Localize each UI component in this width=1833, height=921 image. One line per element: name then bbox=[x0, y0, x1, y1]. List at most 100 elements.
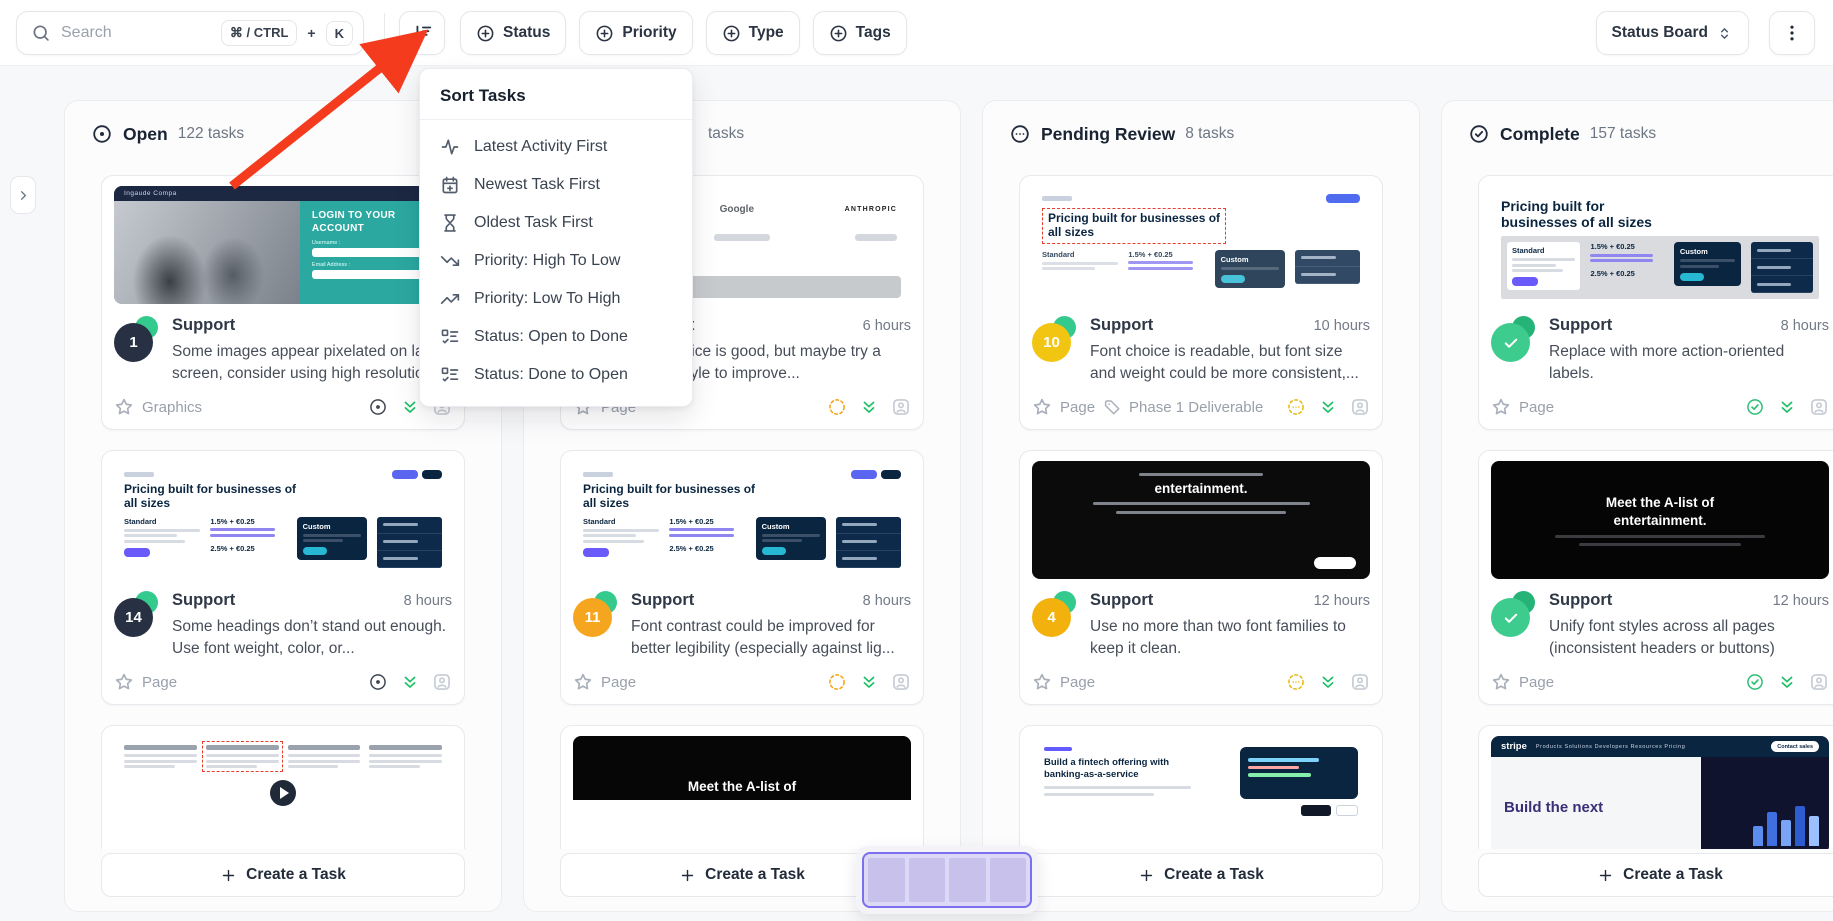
create-task-button[interactable]: Create a Task bbox=[1019, 853, 1383, 897]
view-select[interactable]: Status Board bbox=[1596, 11, 1749, 55]
priority-chevrons-icon[interactable] bbox=[1777, 397, 1797, 417]
filter-type-button[interactable]: Type bbox=[706, 11, 800, 55]
task-card[interactable]: Pricing built for businesses of all size… bbox=[1478, 175, 1833, 430]
status-done-icon[interactable] bbox=[1745, 397, 1765, 417]
filter-priority-label: Priority bbox=[622, 24, 676, 42]
menu-item-priority-low-high[interactable]: Priority: Low To High bbox=[420, 280, 692, 318]
task-hours: 10 hours bbox=[1314, 318, 1370, 334]
status-open-icon[interactable] bbox=[368, 672, 388, 692]
menu-item-oldest-task[interactable]: Oldest Task First bbox=[420, 204, 692, 242]
star-icon[interactable] bbox=[1032, 397, 1052, 417]
status-done-icon[interactable] bbox=[1745, 672, 1765, 692]
priority-chevrons-icon[interactable] bbox=[400, 397, 420, 417]
create-task-button[interactable]: Create a Task bbox=[101, 853, 465, 897]
toolbar: ⌘ / CTRL + K Status Priority Type Tags S… bbox=[0, 0, 1833, 66]
chevron-right-icon bbox=[16, 188, 31, 203]
filter-status-button[interactable]: Status bbox=[460, 11, 566, 55]
sort-descending-icon bbox=[411, 22, 433, 44]
task-card-partial[interactable]: Build a fintech offering with banking-as… bbox=[1019, 725, 1383, 849]
card-thumbnail: Ingaude Compa LOGIN TO YOURACCOUNT Usern… bbox=[114, 186, 452, 304]
task-tag-label: Phase 1 Deliverable bbox=[1129, 399, 1263, 416]
priority-chevrons-icon[interactable] bbox=[1318, 397, 1338, 417]
dragged-card-ghost[interactable] bbox=[856, 846, 1038, 914]
google-logo: Google bbox=[720, 204, 754, 215]
task-title: Support bbox=[172, 591, 235, 610]
task-number-badge: 4 bbox=[1032, 591, 1078, 637]
column-header: Complete 157 tasks bbox=[1442, 101, 1833, 145]
menu-item-latest-activity[interactable]: Latest Activity First bbox=[420, 128, 692, 166]
task-card[interactable]: Meet the A-list of entertainment. Suppor… bbox=[1478, 450, 1833, 705]
task-title: Support bbox=[172, 316, 235, 335]
task-card[interactable]: Pricing built for businesses of all size… bbox=[560, 450, 924, 705]
task-title: Support bbox=[1549, 591, 1612, 610]
assignee-icon[interactable] bbox=[891, 397, 911, 417]
chevrons-up-down-icon bbox=[1716, 25, 1733, 42]
thumb-chart-bars bbox=[1753, 806, 1819, 846]
create-task-button[interactable]: Create a Task bbox=[1478, 853, 1833, 897]
card-thumbnail: Meet the A-list of entertainment. bbox=[1491, 461, 1829, 579]
priority-chevrons-icon[interactable] bbox=[859, 672, 879, 692]
red-dashed-annotation: Pricing built for businesses of all size… bbox=[1042, 208, 1226, 244]
priority-chevrons-icon[interactable] bbox=[1777, 672, 1797, 692]
sort-tasks-button[interactable] bbox=[399, 11, 445, 55]
task-description: Font contrast could be improved for bett… bbox=[631, 616, 911, 660]
task-number-badge: 11 bbox=[573, 591, 619, 637]
status-pending-icon[interactable] bbox=[1286, 672, 1306, 692]
filter-priority-button[interactable]: Priority bbox=[579, 11, 692, 55]
assignee-icon[interactable] bbox=[1809, 397, 1829, 417]
check-icon bbox=[1502, 609, 1520, 627]
priority-chevrons-icon[interactable] bbox=[1318, 672, 1338, 692]
priority-chevrons-icon[interactable] bbox=[400, 672, 420, 692]
sort-tasks-menu: Sort Tasks Latest Activity First Newest … bbox=[419, 68, 693, 407]
plus-icon bbox=[1597, 867, 1614, 884]
kebab-menu-icon bbox=[1782, 23, 1802, 43]
tag-icon bbox=[1103, 397, 1121, 417]
task-type-label: Page bbox=[1519, 399, 1554, 416]
thumb-brand-text: Ingaude Compa bbox=[124, 190, 177, 197]
assignee-icon[interactable] bbox=[432, 672, 452, 692]
assignee-icon[interactable] bbox=[891, 672, 911, 692]
menu-item-newest-task[interactable]: Newest Task First bbox=[420, 166, 692, 204]
check-circle-icon bbox=[1468, 123, 1490, 145]
assignee-icon[interactable] bbox=[1350, 672, 1370, 692]
star-icon[interactable] bbox=[1491, 397, 1511, 417]
task-card[interactable]: Pricing built for businesses of all size… bbox=[101, 450, 465, 705]
star-icon[interactable] bbox=[1491, 672, 1511, 692]
column-complete: Complete 157 tasks Pricing built for bus… bbox=[1441, 100, 1833, 912]
task-done-badge bbox=[1491, 591, 1537, 637]
task-card-partial[interactable]: Meet the A-list of bbox=[560, 725, 924, 849]
star-icon[interactable] bbox=[1032, 672, 1052, 692]
task-description: Use no more than two font families to ke… bbox=[1090, 616, 1370, 660]
menu-item-status-open-done[interactable]: Status: Open to Done bbox=[420, 318, 692, 356]
task-description: Some headings don’t stand out enough. Us… bbox=[172, 616, 452, 660]
task-hours: 8 hours bbox=[1781, 318, 1829, 334]
task-card-partial[interactable] bbox=[101, 725, 465, 849]
assignee-icon[interactable] bbox=[1809, 672, 1829, 692]
status-pending-icon[interactable] bbox=[1286, 397, 1306, 417]
assignee-icon[interactable] bbox=[1350, 397, 1370, 417]
priority-chevrons-icon[interactable] bbox=[859, 397, 879, 417]
task-card-partial[interactable]: stripe Products Solutions Developers Res… bbox=[1478, 725, 1833, 849]
plus-icon bbox=[679, 867, 696, 884]
task-card[interactable]: Ingaude Compa LOGIN TO YOURACCOUNT Usern… bbox=[101, 175, 465, 430]
task-description: Replace with more action-oriented labels… bbox=[1549, 341, 1829, 385]
task-card[interactable]: entertainment. 4 Support 12 hours Use no… bbox=[1019, 450, 1383, 705]
menu-item-status-done-open[interactable]: Status: Done to Open bbox=[420, 356, 692, 394]
plus-circle-icon bbox=[722, 24, 741, 43]
task-card[interactable]: Pricing built for businesses of all size… bbox=[1019, 175, 1383, 430]
star-icon[interactable] bbox=[573, 672, 593, 692]
status-open-icon[interactable] bbox=[368, 397, 388, 417]
filter-tags-button[interactable]: Tags bbox=[813, 11, 907, 55]
sidebar-expand-button[interactable] bbox=[10, 176, 36, 214]
status-in-progress-icon[interactable] bbox=[827, 397, 847, 417]
star-icon[interactable] bbox=[114, 397, 134, 417]
star-icon[interactable] bbox=[114, 672, 134, 692]
task-number-badge: 10 bbox=[1032, 316, 1078, 362]
status-in-progress-icon[interactable] bbox=[827, 672, 847, 692]
menu-item-priority-high-low[interactable]: Priority: High To Low bbox=[420, 242, 692, 280]
search-field[interactable] bbox=[61, 24, 211, 42]
card-thumbnail: entertainment. bbox=[1032, 461, 1370, 579]
search-input[interactable]: ⌘ / CTRL + K bbox=[16, 11, 364, 55]
list-checks-icon bbox=[440, 327, 460, 347]
more-options-button[interactable] bbox=[1769, 11, 1815, 55]
